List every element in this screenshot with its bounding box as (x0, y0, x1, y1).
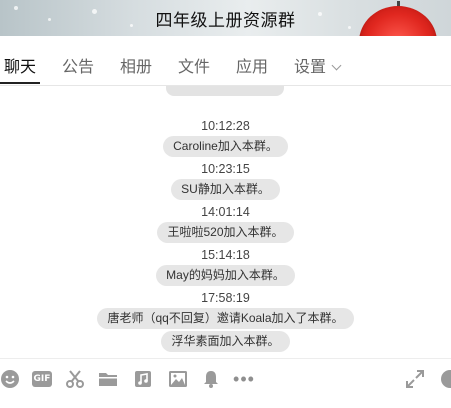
system-notice: 唐老师（qq不回复）邀请Koala加入了本群。 (97, 308, 354, 329)
expand-icon[interactable] (405, 369, 425, 389)
more-dots: ••• (233, 369, 255, 389)
folder-icon[interactable] (98, 369, 118, 389)
list-item: 17:58:19 唐老师（qq不回复）邀请Koala加入了本群。 (0, 288, 451, 329)
tab-files[interactable]: 文件 (178, 53, 210, 77)
tab-album[interactable]: 相册 (120, 53, 152, 77)
chevron-down-icon (331, 60, 342, 71)
scissors-icon[interactable] (65, 369, 85, 389)
list-item: 浮华素面加入本群。 (0, 331, 451, 352)
system-notice: 浮华素面加入本群。 (161, 331, 290, 352)
timestamp: 17:58:19 (201, 291, 250, 305)
tab-settings-label: 设置 (294, 59, 327, 76)
timestamp: 14:01:14 (201, 205, 250, 219)
system-notice: SU静加入本群。 (171, 179, 280, 200)
list-item: 14:01:14 王啦啦520加入本群。 (0, 202, 451, 243)
tab-bar: 聊天 公告 相册 文件 应用 设置 (0, 36, 451, 86)
music-icon[interactable] (133, 369, 153, 389)
gif-label: GIF (32, 371, 52, 387)
tab-chat[interactable]: 聊天 (4, 53, 36, 77)
clipped-notice-pill (166, 86, 284, 96)
list-item: 15:14:18 May的妈妈加入本群。 (0, 245, 451, 286)
list-item: 10:12:28 Caroline加入本群。 (0, 116, 451, 157)
bell-icon[interactable] (201, 369, 221, 389)
window-header: 四年级上册资源群 (0, 0, 451, 36)
chat-area[interactable]: 10:12:28 Caroline加入本群。 10:23:15 SU静加入本群。… (0, 86, 451, 356)
circle-icon[interactable] (440, 369, 451, 389)
tab-announcement[interactable]: 公告 (62, 53, 94, 77)
tab-apps[interactable]: 应用 (236, 53, 268, 77)
timestamp: 10:23:15 (201, 162, 250, 176)
more-icon[interactable]: ••• (232, 369, 256, 389)
emoji-icon[interactable] (0, 369, 20, 389)
active-tab-indicator (0, 82, 40, 84)
list-item: 10:23:15 SU静加入本群。 (0, 159, 451, 200)
timestamp: 15:14:18 (201, 248, 250, 262)
tab-settings[interactable]: 设置 (294, 53, 342, 77)
input-toolbar: GIF ••• (0, 358, 451, 398)
system-notice: Caroline加入本群。 (163, 136, 288, 157)
timestamp: 10:12:28 (201, 119, 250, 133)
image-icon[interactable] (168, 369, 188, 389)
system-notice: May的妈妈加入本群。 (156, 265, 295, 286)
system-notice: 王啦啦520加入本群。 (157, 222, 294, 243)
gif-icon[interactable]: GIF (32, 369, 52, 389)
